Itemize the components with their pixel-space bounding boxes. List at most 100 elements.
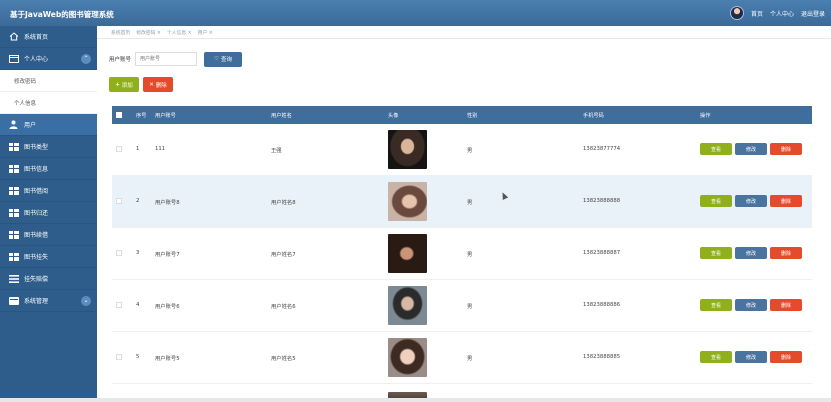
grid-icon [8,208,19,217]
sidebar-item-book-borrow[interactable]: 图书借阅 [0,180,97,202]
sidebar-item-label: 系统首页 [24,34,49,41]
chevron-up-icon[interactable]: ⌃ [81,54,91,64]
divider [97,38,831,39]
edit-button[interactable]: 修改 [735,247,767,259]
sidebar-subitem-personal-info[interactable]: 个人信息 [0,92,97,114]
sidebar-item-book-info[interactable]: 图书信息 [0,158,97,180]
home-icon [8,32,19,41]
app-title: 基于JavaWeb的图书管理系统 [10,10,114,19]
close-icon: ✕ [149,81,154,88]
cell-account: 用户账号8 [155,200,180,206]
add-button[interactable]: + 添加 [109,77,139,92]
top-right-nav: 首页 个人中心 退出登录 [729,6,825,20]
batch-delete-button[interactable]: ✕ 删除 [143,77,173,92]
sidebar-item-system[interactable]: 系统管理 ⌄ [0,290,97,312]
list-icon [8,274,19,283]
view-button[interactable]: 查看 [700,351,732,363]
view-button[interactable]: 查看 [700,143,732,155]
cell-no: 5 [136,354,140,360]
card-icon [8,54,19,63]
header-no: 序号 [136,113,147,119]
table-row: 2 用户账号8 用户姓名8 男 13823888888 查看 修改 删除 [112,176,812,228]
profile-link[interactable]: 个人中心 [770,9,794,18]
search-button[interactable]: ♡ 查询 [204,51,243,67]
edit-button[interactable]: 修改 [735,143,767,155]
sidebar-item-label: 挂失赔偿 [24,276,49,283]
avatar-photo [388,234,427,273]
search-input[interactable] [135,52,198,66]
header-name: 用户姓名 [271,113,292,119]
view-button[interactable]: 查看 [700,195,732,207]
sidebar-item-label: 图书挂失 [24,254,49,261]
edit-button[interactable]: 修改 [735,195,767,207]
breadcrumb-personal-info[interactable]: 个人信息 × [167,29,192,36]
row-checkbox[interactable] [116,250,122,256]
cell-phone: 13823888887 [583,250,621,256]
heart-icon: ♡ [214,56,219,62]
search-button-label: 查询 [220,57,232,63]
user-avatar[interactable] [729,6,744,20]
row-checkbox[interactable] [116,302,122,308]
breadcrumb-home[interactable]: 系统首页 [111,29,130,36]
row-checkbox[interactable] [116,198,122,204]
sidebar-item-users[interactable]: 用户 [0,114,97,136]
sidebar-item-book-renew[interactable]: 图书续借 [0,224,97,246]
row-checkbox[interactable] [116,146,122,152]
grid-icon [8,252,19,261]
sidebar-item-home[interactable]: 系统首页 [0,26,97,48]
delete-button[interactable]: 删除 [770,195,802,207]
sidebar-item-lost-compensation[interactable]: 挂失赔偿 [0,268,97,290]
sidebar-item-book-types[interactable]: 图书类型 [0,136,97,158]
action-buttons: + 添加 ✕ 删除 [109,77,173,92]
delete-button[interactable]: 删除 [770,299,802,311]
sidebar-item-label: 系统管理 [24,298,49,305]
sidebar-item-book-return[interactable]: 图书归还 [0,202,97,224]
delete-button[interactable]: 删除 [770,143,802,155]
chevron-down-icon[interactable]: ⌄ [81,296,91,306]
header-avatar: 头像 [388,113,399,119]
card-icon [8,296,19,305]
breadcrumb-users[interactable]: 用户 × [198,29,213,36]
cell-no: 3 [136,250,140,256]
table-row: 4 用户账号6 用户姓名6 男 13823888886 查看 修改 删除 [112,280,812,332]
table-row: 1 111 王强 男 13823877774 查看 修改 删除 [112,124,812,176]
sidebar-subitem-change-password[interactable]: 修改密码 [0,70,97,92]
delete-button-label: 删除 [155,82,167,89]
sidebar-item-label: 图书借阅 [24,188,49,195]
cell-name: 王强 [271,148,282,154]
grid-icon [8,230,19,239]
logout-link[interactable]: 退出登录 [801,9,825,18]
row-checkbox[interactable] [116,354,122,360]
home-link[interactable]: 首页 [751,9,763,18]
breadcrumb-change-password[interactable]: 修改密码 × [136,29,161,36]
cell-no: 2 [136,198,140,204]
edit-button[interactable]: 修改 [735,299,767,311]
view-button[interactable]: 查看 [700,247,732,259]
sidebar-item-profile[interactable]: 个人中心 ⌃ [0,48,97,70]
sidebar-item-book-lost[interactable]: 图书挂失 [0,246,97,268]
cell-account: 用户账号6 [155,304,180,310]
sidebar-item-label: 用户 [24,122,37,129]
cell-account: 用户账号7 [155,252,180,258]
cell-phone: 13823888885 [583,354,621,360]
cell-phone: 13823888888 [583,198,621,204]
sidebar-item-label: 个人中心 [24,56,49,63]
search-bar: 用户账号 ♡ 查询 [109,51,243,67]
view-button[interactable]: 查看 [700,299,732,311]
grid-icon [8,164,19,173]
delete-button[interactable]: 删除 [770,351,802,363]
cell-no: 1 [136,146,140,152]
table-body: 1 111 王强 男 13823877774 查看 修改 删除 2 用户账号8 … [112,124,812,402]
table-row: 5 用户账号5 用户姓名5 男 13823888885 查看 修改 删除 [112,332,812,384]
select-all-checkbox[interactable] [116,112,122,118]
avatar-photo [388,130,427,169]
header-actions: 操作 [700,113,711,119]
edit-button[interactable]: 修改 [735,351,767,363]
delete-button[interactable]: 删除 [770,247,802,259]
header-phone: 手机号码 [583,113,604,119]
sidebar-item-label: 图书归还 [24,210,49,217]
user-icon [8,120,19,129]
table-row: 3 用户账号7 用户姓名7 男 13823888887 查看 修改 删除 [112,228,812,280]
cell-name: 用户姓名7 [271,252,296,258]
main-content: 系统首页 修改密码 × 个人信息 × 用户 × 用户账号 ♡ 查询 + 添加 ✕… [97,26,831,402]
